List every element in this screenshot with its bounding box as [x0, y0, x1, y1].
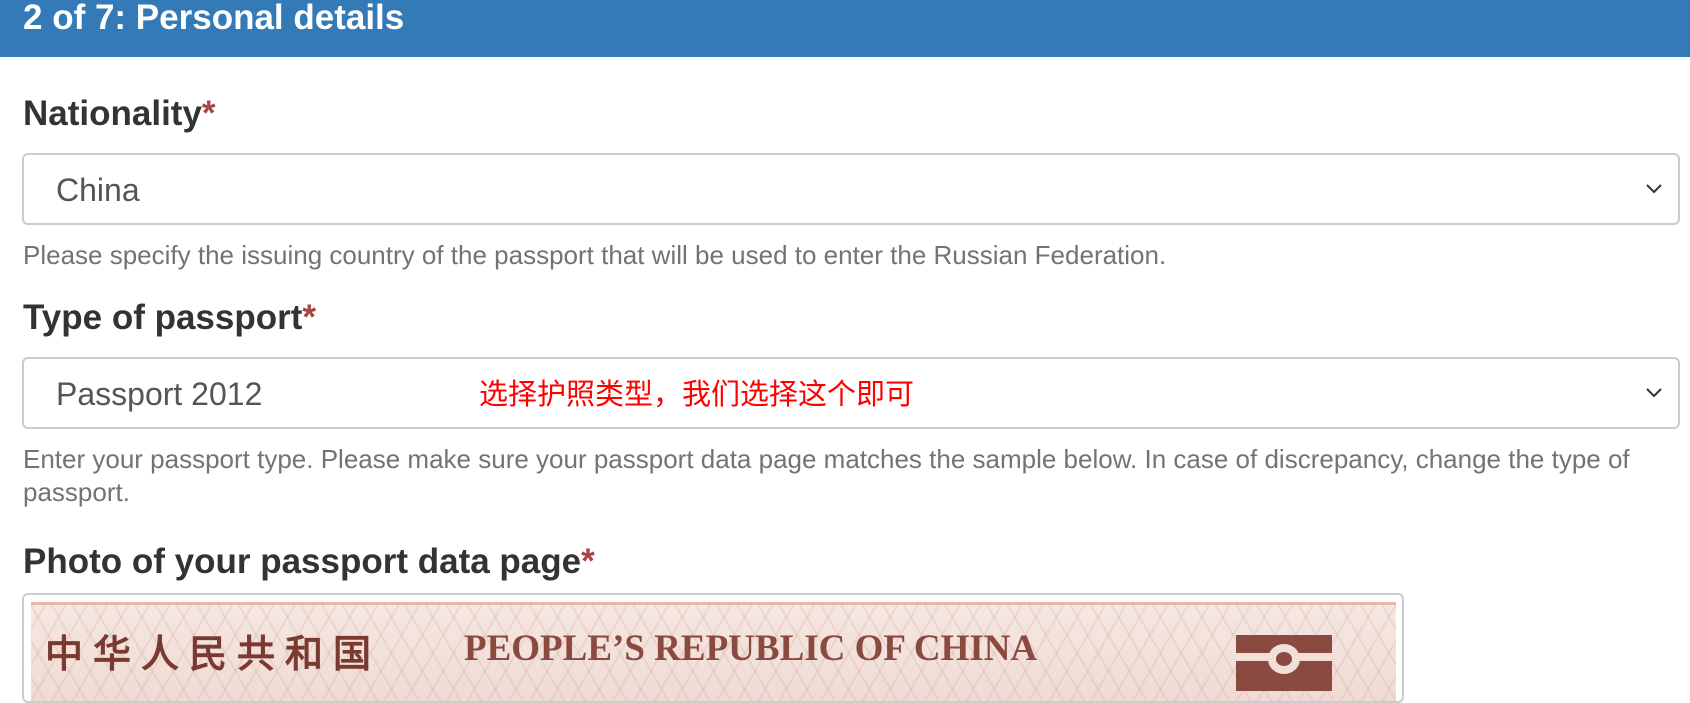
- biometric-chip-icon: [1236, 635, 1332, 691]
- chevron-down-icon: [1646, 388, 1662, 398]
- photo-label-text: Photo of your passport data page: [23, 542, 582, 581]
- nationality-label-text: Nationality: [23, 94, 202, 133]
- passport-sample-image-frame: 中华人民共和国 PEOPLE’S REPUBLIC OF CHINA: [22, 593, 1404, 703]
- required-asterisk: *: [581, 542, 595, 581]
- passport-type-select[interactable]: Passport 2012 选择护照类型，我们选择这个即可: [22, 357, 1680, 429]
- step-header: 2 of 7: Personal details: [0, 0, 1690, 57]
- passport-type-label-text: Type of passport: [23, 298, 303, 337]
- passport-sample-country-cn: 中华人民共和国: [45, 631, 382, 676]
- passport-sample-country-en: PEOPLE’S REPUBLIC OF CHINA: [464, 628, 1038, 669]
- step-title: 2 of 7: Personal details: [23, 0, 405, 37]
- passport-sample-image: 中华人民共和国 PEOPLE’S REPUBLIC OF CHINA: [31, 602, 1396, 701]
- nationality-select[interactable]: China: [22, 153, 1680, 225]
- nationality-label: Nationality*: [23, 94, 216, 134]
- passport-type-label: Type of passport*: [23, 298, 316, 338]
- nationality-help-text: Please specify the issuing country of th…: [23, 240, 1167, 270]
- required-asterisk: *: [302, 298, 317, 337]
- chevron-down-icon: [1646, 184, 1662, 194]
- nationality-select-value: China: [56, 172, 140, 208]
- required-asterisk: *: [201, 94, 216, 133]
- passport-type-select-value: Passport 2012: [56, 376, 263, 412]
- annotation-text: 选择护照类型，我们选择这个即可: [479, 377, 915, 411]
- passport-type-help-text: Enter your passport type. Please make su…: [23, 444, 1630, 507]
- photo-label: Photo of your passport data page*: [23, 542, 595, 582]
